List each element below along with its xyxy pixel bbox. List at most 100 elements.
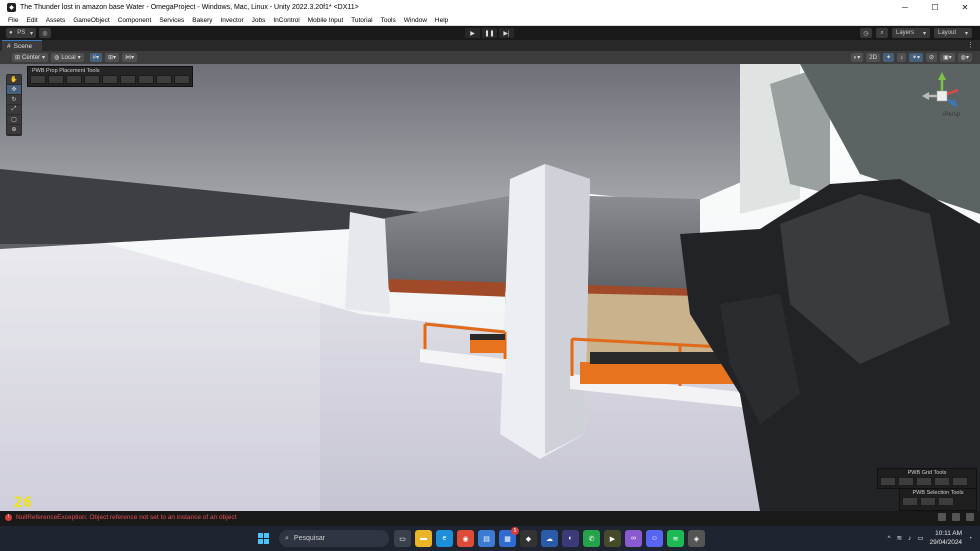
visual-studio-icon[interactable]: ∞ — [625, 530, 642, 547]
start-button[interactable] — [258, 533, 269, 544]
edge-icon[interactable]: e — [436, 530, 453, 547]
battery-icon[interactable]: ▭ — [917, 534, 923, 542]
menu-services[interactable]: Services — [155, 17, 188, 24]
chrome-icon[interactable]: ◉ — [457, 530, 474, 547]
menu-gameobject[interactable]: GameObject — [69, 17, 114, 24]
taskbar-search[interactable]: ⌕ Pesquisar — [279, 530, 389, 547]
menu-incontrol[interactable]: InControl — [269, 17, 303, 24]
maximize-button[interactable]: ☐ — [920, 0, 950, 15]
play-button[interactable]: ▶ — [465, 28, 480, 38]
audio-toggle-button[interactable]: ♪ — [896, 53, 906, 62]
menu-bakery[interactable]: Bakery — [188, 17, 216, 24]
notification-bell-icon[interactable]: ◔ — [968, 535, 972, 542]
cache-server-icon[interactable] — [952, 513, 960, 521]
pwb-selection-button[interactable] — [920, 497, 936, 506]
layers-dropdown[interactable]: Layers ▾ — [892, 28, 930, 38]
more-options-icon[interactable]: ⋮ — [967, 41, 974, 49]
tab-scene[interactable]: # Scene — [2, 40, 43, 51]
pwb-tool-button[interactable] — [174, 75, 190, 84]
menu-window[interactable]: Window — [400, 17, 431, 24]
pwb-grid-button[interactable] — [916, 477, 932, 486]
pwb-grid-button[interactable] — [952, 477, 968, 486]
menu-tools[interactable]: Tools — [377, 17, 400, 24]
scale-tool-button[interactable]: ⤢ — [7, 105, 21, 114]
menu-invector[interactable]: Invector — [216, 17, 247, 24]
whatsapp-icon[interactable]: ✆ — [583, 530, 600, 547]
spotify-icon[interactable]: ≋ — [667, 530, 684, 547]
grid-visibility-icon: ⊞▾ — [108, 55, 117, 61]
orientation-gizmo[interactable] — [918, 70, 966, 130]
pwb-grid-button[interactable] — [880, 477, 896, 486]
chevron-up-icon[interactable]: ^ — [888, 535, 891, 542]
pause-button[interactable]: ❚❚ — [482, 28, 497, 38]
pivot-dropdown[interactable]: ⊞ Center ▾ — [12, 53, 49, 62]
pwb-tool-button[interactable] — [156, 75, 172, 84]
scene-camera-button[interactable]: ▣▾ — [940, 53, 955, 62]
lighting-toggle-button[interactable]: ✦ — [882, 53, 894, 62]
rect-tool-button[interactable]: ▢ — [7, 115, 21, 124]
grid-icon: #▾ — [92, 55, 100, 61]
pwb-tool-button[interactable] — [120, 75, 136, 84]
menu-tutorial[interactable]: Tutorial — [347, 17, 376, 24]
store-icon[interactable]: ▦ 5 — [499, 527, 519, 547]
account-dropdown[interactable]: ● PS ▾ — [6, 28, 36, 38]
unity-editor-icon[interactable]: ◈ — [688, 530, 705, 547]
pwb-tool-button[interactable] — [48, 75, 64, 84]
wifi-icon[interactable]: ≋ — [897, 534, 902, 542]
cloud-button[interactable]: ◎ — [39, 28, 51, 38]
menu-mobile-input[interactable]: Mobile Input — [304, 17, 347, 24]
status-message[interactable]: NullReferenceException: Object reference… — [16, 514, 236, 521]
search-button[interactable]: ⌕ — [876, 28, 888, 38]
play-icon: ▶ — [470, 30, 475, 37]
unity-hub-icon[interactable]: ◆ — [520, 530, 537, 547]
document-icon[interactable]: ▤ — [478, 530, 495, 547]
pwb-tool-button[interactable] — [102, 75, 118, 84]
rotate-tool-button[interactable]: ↻ — [7, 95, 21, 104]
hidden-objects-button[interactable]: ⊘ — [926, 53, 938, 62]
pwb-tool-button[interactable] — [138, 75, 154, 84]
pwb-selection-button[interactable] — [938, 497, 954, 506]
task-view-icon[interactable]: ▭ — [394, 530, 411, 547]
pwb-selection-button[interactable] — [902, 497, 918, 506]
step-button[interactable]: ▶| — [499, 28, 514, 38]
pwb-tool-button[interactable] — [30, 75, 46, 84]
pwb-tool-button[interactable] — [66, 75, 82, 84]
pwb-grid-button[interactable] — [898, 477, 914, 486]
toggle-2d-button[interactable]: 2D — [866, 53, 880, 62]
scene-viewport[interactable]: ✋ ✥ ↻ ⤢ ▢ ⊕ PWB Prop Placement Tools ‹Pe… — [0, 64, 980, 511]
file-explorer-icon[interactable]: ▬ — [415, 530, 432, 547]
hand-tool-button[interactable]: ✋ — [7, 75, 21, 84]
minimize-button[interactable]: ─ — [890, 0, 920, 15]
layout-dropdown[interactable]: Layout ▾ — [934, 28, 972, 38]
camera-projection-label[interactable]: ‹Persp — [942, 112, 960, 118]
eclipse-icon[interactable]: ◐ — [562, 530, 579, 547]
menu-component[interactable]: Component — [114, 17, 156, 24]
snap-increment-button[interactable]: ⋈▾ — [122, 53, 138, 62]
menu-edit[interactable]: Edit — [22, 17, 41, 24]
menu-file[interactable]: File — [4, 17, 22, 24]
progress-icon[interactable] — [938, 513, 946, 521]
onedrive-icon[interactable]: ☁ — [541, 530, 558, 547]
discord-icon[interactable]: ☺ — [646, 530, 663, 547]
transform-tool-button[interactable]: ⊕ — [7, 125, 21, 134]
volume-icon[interactable]: ♪ — [908, 535, 911, 542]
grid-visibility-button[interactable]: ⊞▾ — [105, 53, 120, 62]
clock[interactable]: 10:11 AM 29/04/2024 — [930, 529, 963, 547]
history-button[interactable]: ◷ — [860, 28, 872, 38]
menu-help[interactable]: Help — [431, 17, 452, 24]
draw-mode-button[interactable]: ◐▾ — [850, 53, 864, 62]
terminal-icon[interactable]: ▶ — [604, 530, 621, 547]
grid-snapping-button[interactable]: #▾ — [89, 53, 103, 62]
move-tool-button[interactable]: ✥ — [7, 85, 21, 94]
pwb-tool-button[interactable] — [84, 75, 100, 84]
effects-toggle-button[interactable]: ✶▾ — [908, 53, 924, 62]
close-button[interactable]: ✕ — [950, 0, 980, 15]
menu-assets[interactable]: Assets — [42, 17, 70, 24]
gizmos-button[interactable]: ◍▾ — [957, 53, 972, 62]
debug-mode-icon[interactable] — [966, 513, 974, 521]
menu-jobs[interactable]: Jobs — [248, 17, 270, 24]
console-status-bar[interactable]: ! NullReferenceException: Object referen… — [0, 511, 980, 523]
window-title: The Thunder lost in amazon base Water - … — [20, 4, 359, 11]
pwb-grid-button[interactable] — [934, 477, 950, 486]
space-dropdown[interactable]: ◍ Local ▾ — [51, 53, 84, 62]
